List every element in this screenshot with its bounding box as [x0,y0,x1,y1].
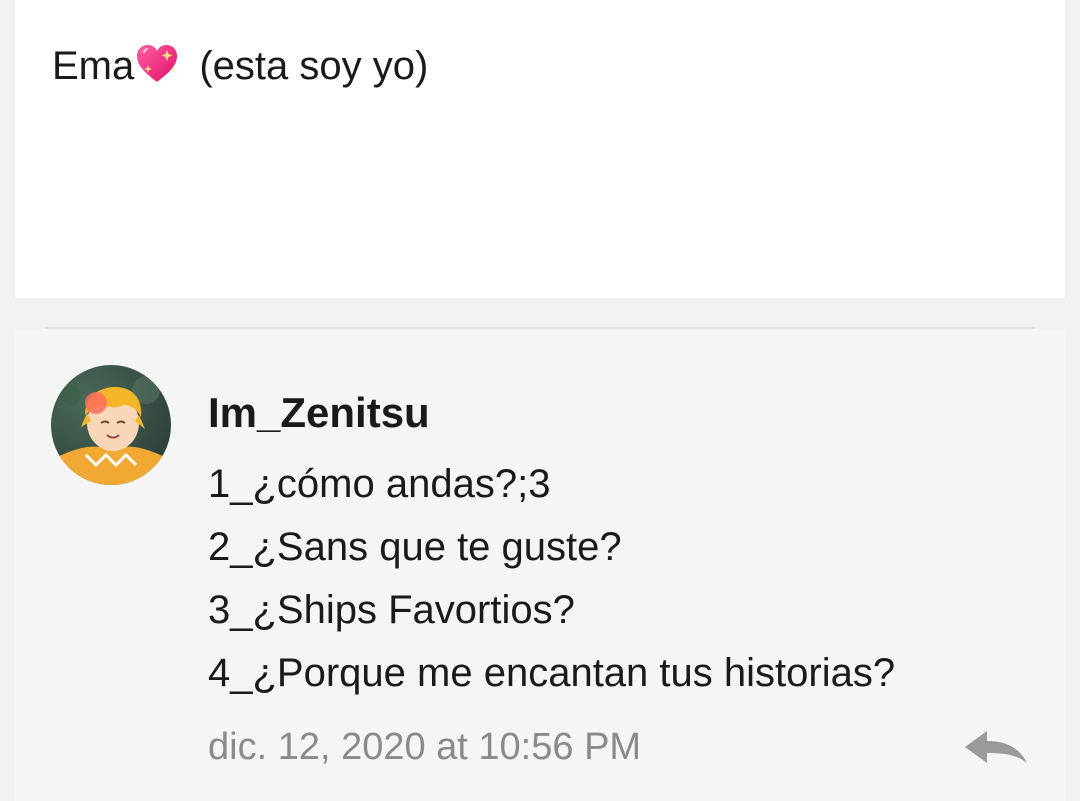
post-text: Ema (esta soy yo) [52,38,428,94]
comment-line: 1_¿cómo andas?;3 [208,462,551,506]
comment-line: 4_¿Porque me encantan tus historias? [208,651,896,695]
comment-line: 3_¿Ships Favortios? [208,588,575,632]
avatar-image [51,365,171,485]
post-suffix: (esta soy yo) [188,44,429,88]
reply-arrow-icon[interactable] [961,725,1031,771]
comment-timestamp: dic. 12, 2020 at 10:56 PM [208,726,642,768]
comment-username[interactable]: Im_Zenitsu [208,385,1028,441]
post-card: Ema (esta soy yo) [15,0,1065,298]
comment-line: 2_¿Sans que te guste? [208,525,622,569]
comment-card: Im_Zenitsu 1_¿cómo andas?;3 2_¿Sans que … [15,329,1065,801]
avatar[interactable] [51,365,171,485]
post-name: Ema [52,44,135,88]
comment-body: Im_Zenitsu 1_¿cómo andas?;3 2_¿Sans que … [208,385,1028,705]
sparkling-heart-icon [137,45,178,82]
